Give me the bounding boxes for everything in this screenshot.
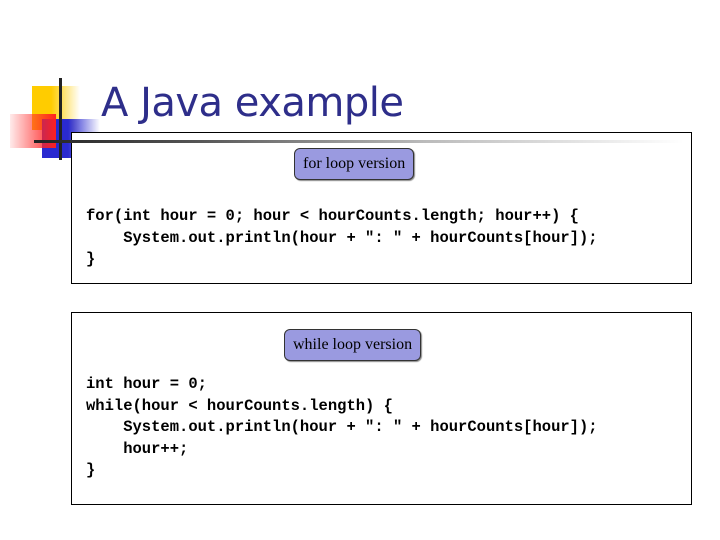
decorative-vertical-line <box>59 78 62 160</box>
code-line: hour++; <box>86 439 189 458</box>
title-underline <box>34 140 684 143</box>
while-loop-box: while loop version int hour = 0; while(h… <box>71 312 692 505</box>
for-loop-box: for loop version for(int hour = 0; hour … <box>71 132 692 284</box>
for-loop-code: for(int hour = 0; hour < hourCounts.leng… <box>86 206 598 271</box>
for-loop-label: for loop version <box>294 148 415 180</box>
code-line: System.out.println(hour + ": " + hourCou… <box>86 418 598 436</box>
while-loop-label: while loop version <box>284 329 422 361</box>
code-line: for(int hour = 0; hour < hourCounts.leng… <box>86 207 579 225</box>
code-line: } <box>86 461 96 479</box>
while-loop-code: int hour = 0; while(hour < hourCounts.le… <box>86 374 598 482</box>
code-line: System.out.println(hour + ": " + hourCou… <box>86 228 598 247</box>
code-line: int hour = 0; <box>86 375 207 393</box>
code-line: while(hour < hourCounts.length) { <box>86 396 393 415</box>
slide-title: A Java example <box>101 80 404 126</box>
code-line: } <box>86 250 96 268</box>
